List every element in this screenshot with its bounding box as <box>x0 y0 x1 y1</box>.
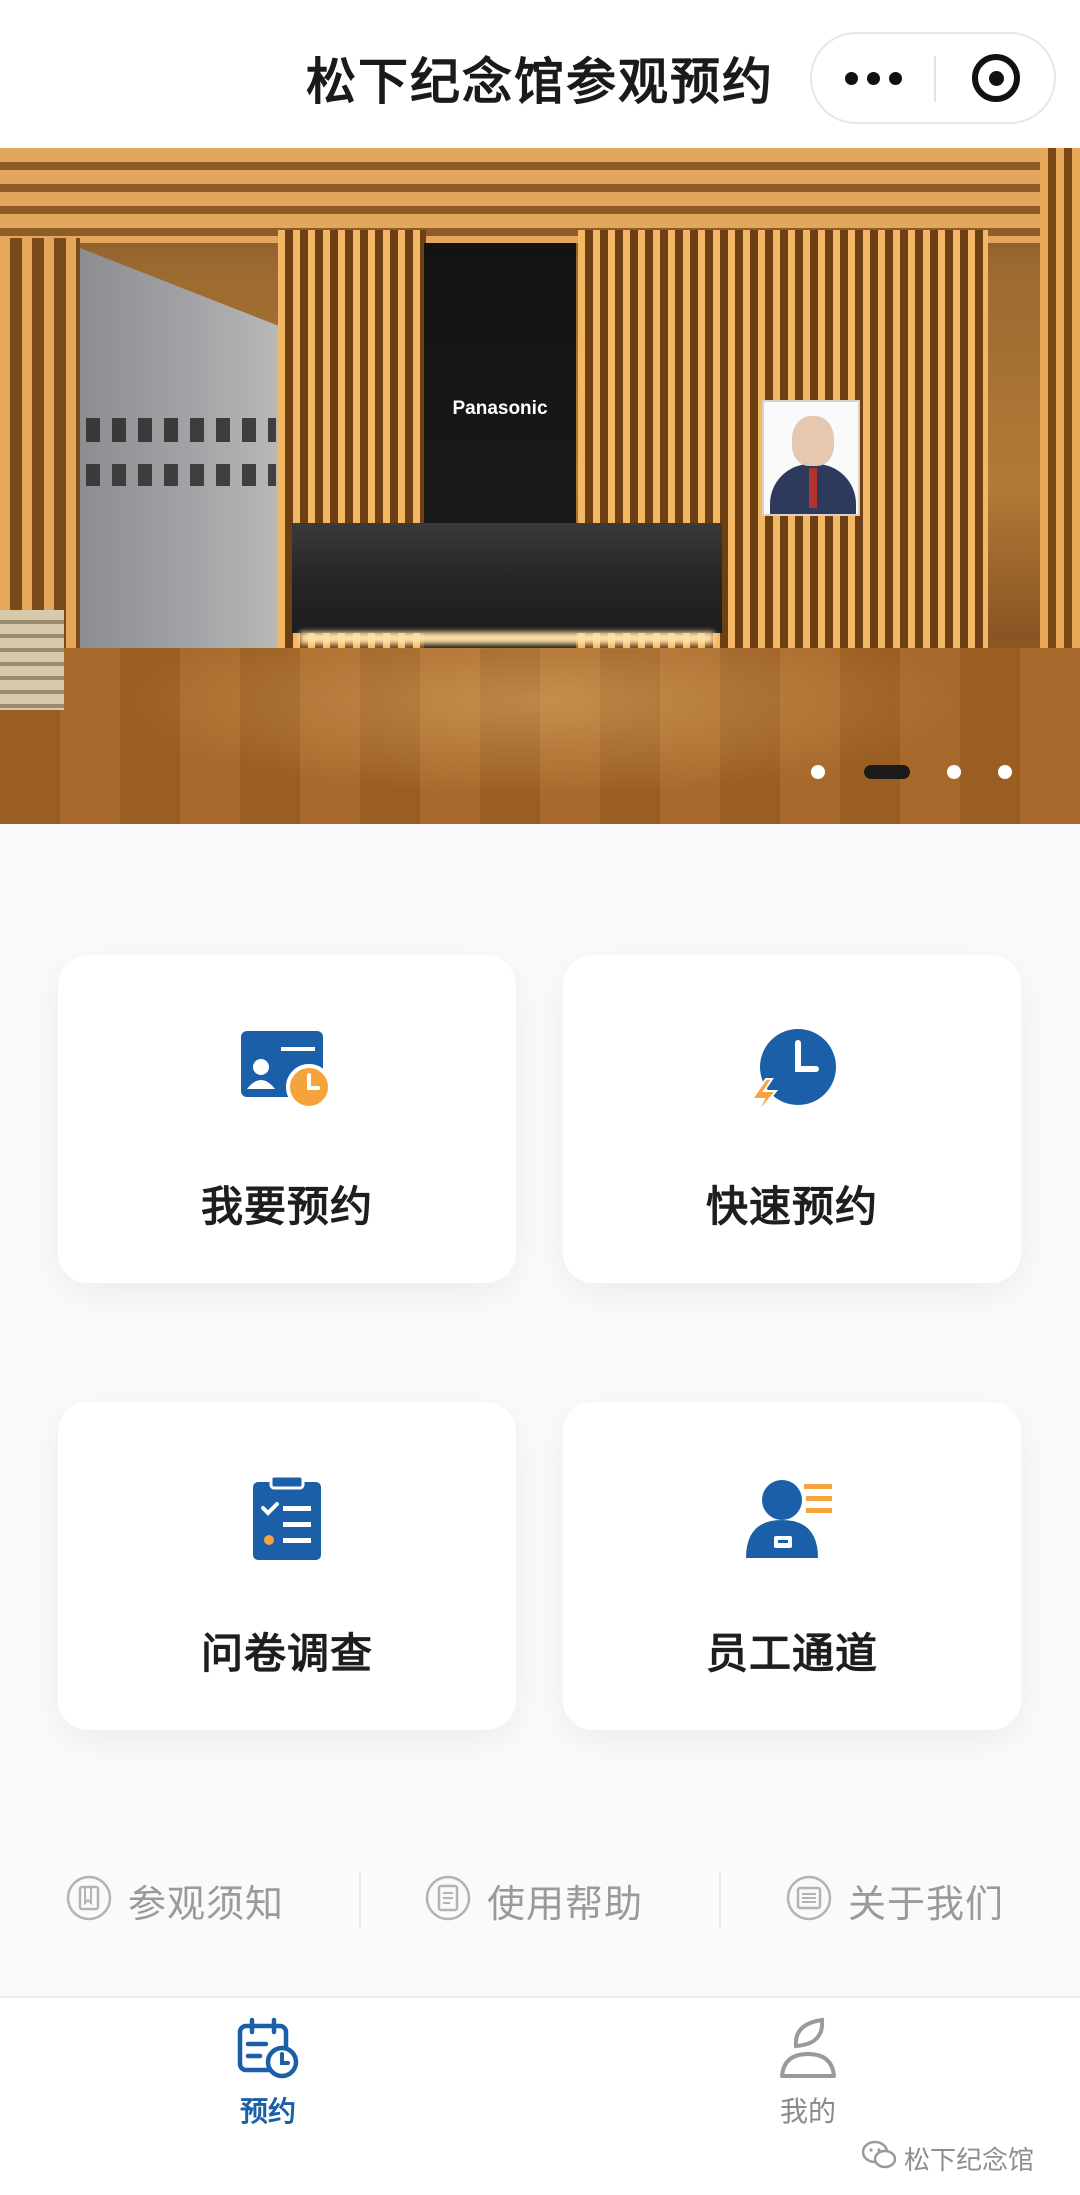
list-icon <box>786 1875 832 1925</box>
tab-label: 预约 <box>239 2095 296 2128</box>
id-card-clock-icon <box>58 1027 516 1117</box>
link-about-us[interactable]: 关于我们 <box>786 1860 1004 1940</box>
person-leaf-icon <box>776 2017 840 2084</box>
mini-program-capsule <box>810 32 1056 124</box>
target-circle-icon[interactable] <box>936 34 1056 122</box>
founder-portrait <box>762 400 860 516</box>
card-survey[interactable]: 问卷调查 <box>58 1402 516 1730</box>
card-label: 我要预约 <box>200 1182 373 1231</box>
tab-reservation[interactable]: 预约 <box>168 2016 368 2146</box>
carousel-dot[interactable] <box>998 765 1012 779</box>
employee-badge-icon <box>563 1474 1021 1564</box>
link-separator <box>719 1872 721 1928</box>
card-label: 员工通道 <box>705 1629 878 1678</box>
card-label: 问卷调查 <box>200 1629 373 1678</box>
link-visit-notice[interactable]: 参观须知 <box>66 1860 284 1940</box>
link-label: 参观须知 <box>128 1881 285 1926</box>
wechat-icon <box>861 2140 897 2177</box>
carousel-dot[interactable] <box>947 765 961 779</box>
link-label: 关于我们 <box>848 1881 1005 1926</box>
card-quick-reservation[interactable]: 快速预约 <box>563 955 1021 1283</box>
card-employee-channel[interactable]: 员工通道 <box>563 1402 1021 1730</box>
more-dots-icon[interactable] <box>812 34 934 122</box>
book-icon <box>66 1875 112 1925</box>
banner-floor <box>0 648 1080 824</box>
top-navigation-bar: 松下纪念馆参观预约 <box>0 0 1080 148</box>
card-label: 快速预约 <box>705 1182 878 1231</box>
info-link-row: 参观须知 使用帮助 关于我们 <box>0 1860 1080 1940</box>
reception-counter <box>292 523 722 633</box>
banner-ceiling <box>0 148 1080 243</box>
watermark-text: 松下纪念馆 <box>904 2145 1035 2176</box>
tab-mine[interactable]: 我的 <box>708 2016 908 2146</box>
document-icon <box>425 1875 471 1925</box>
carousel-dot[interactable] <box>811 765 825 779</box>
calendar-clock-icon <box>236 2017 300 2084</box>
clock-lightning-icon <box>563 1027 1021 1117</box>
banner-bench <box>0 610 64 710</box>
counter-light <box>300 632 714 644</box>
brand-sign: Panasonic <box>452 398 548 419</box>
link-separator <box>359 1872 361 1928</box>
card-make-reservation[interactable]: 我要预约 <box>58 955 516 1283</box>
carousel-indicator <box>0 762 1080 782</box>
link-usage-help[interactable]: 使用帮助 <box>425 1860 643 1940</box>
hero-banner-carousel[interactable]: Panasonic <box>0 148 1080 824</box>
carousel-dot-active[interactable] <box>864 765 910 779</box>
banner-gallery-photos <box>86 418 276 508</box>
link-label: 使用帮助 <box>487 1881 644 1926</box>
account-watermark: 松下纪念馆 <box>861 2136 1035 2180</box>
clipboard-checklist-icon <box>58 1474 516 1564</box>
tab-label: 我的 <box>779 2095 836 2128</box>
